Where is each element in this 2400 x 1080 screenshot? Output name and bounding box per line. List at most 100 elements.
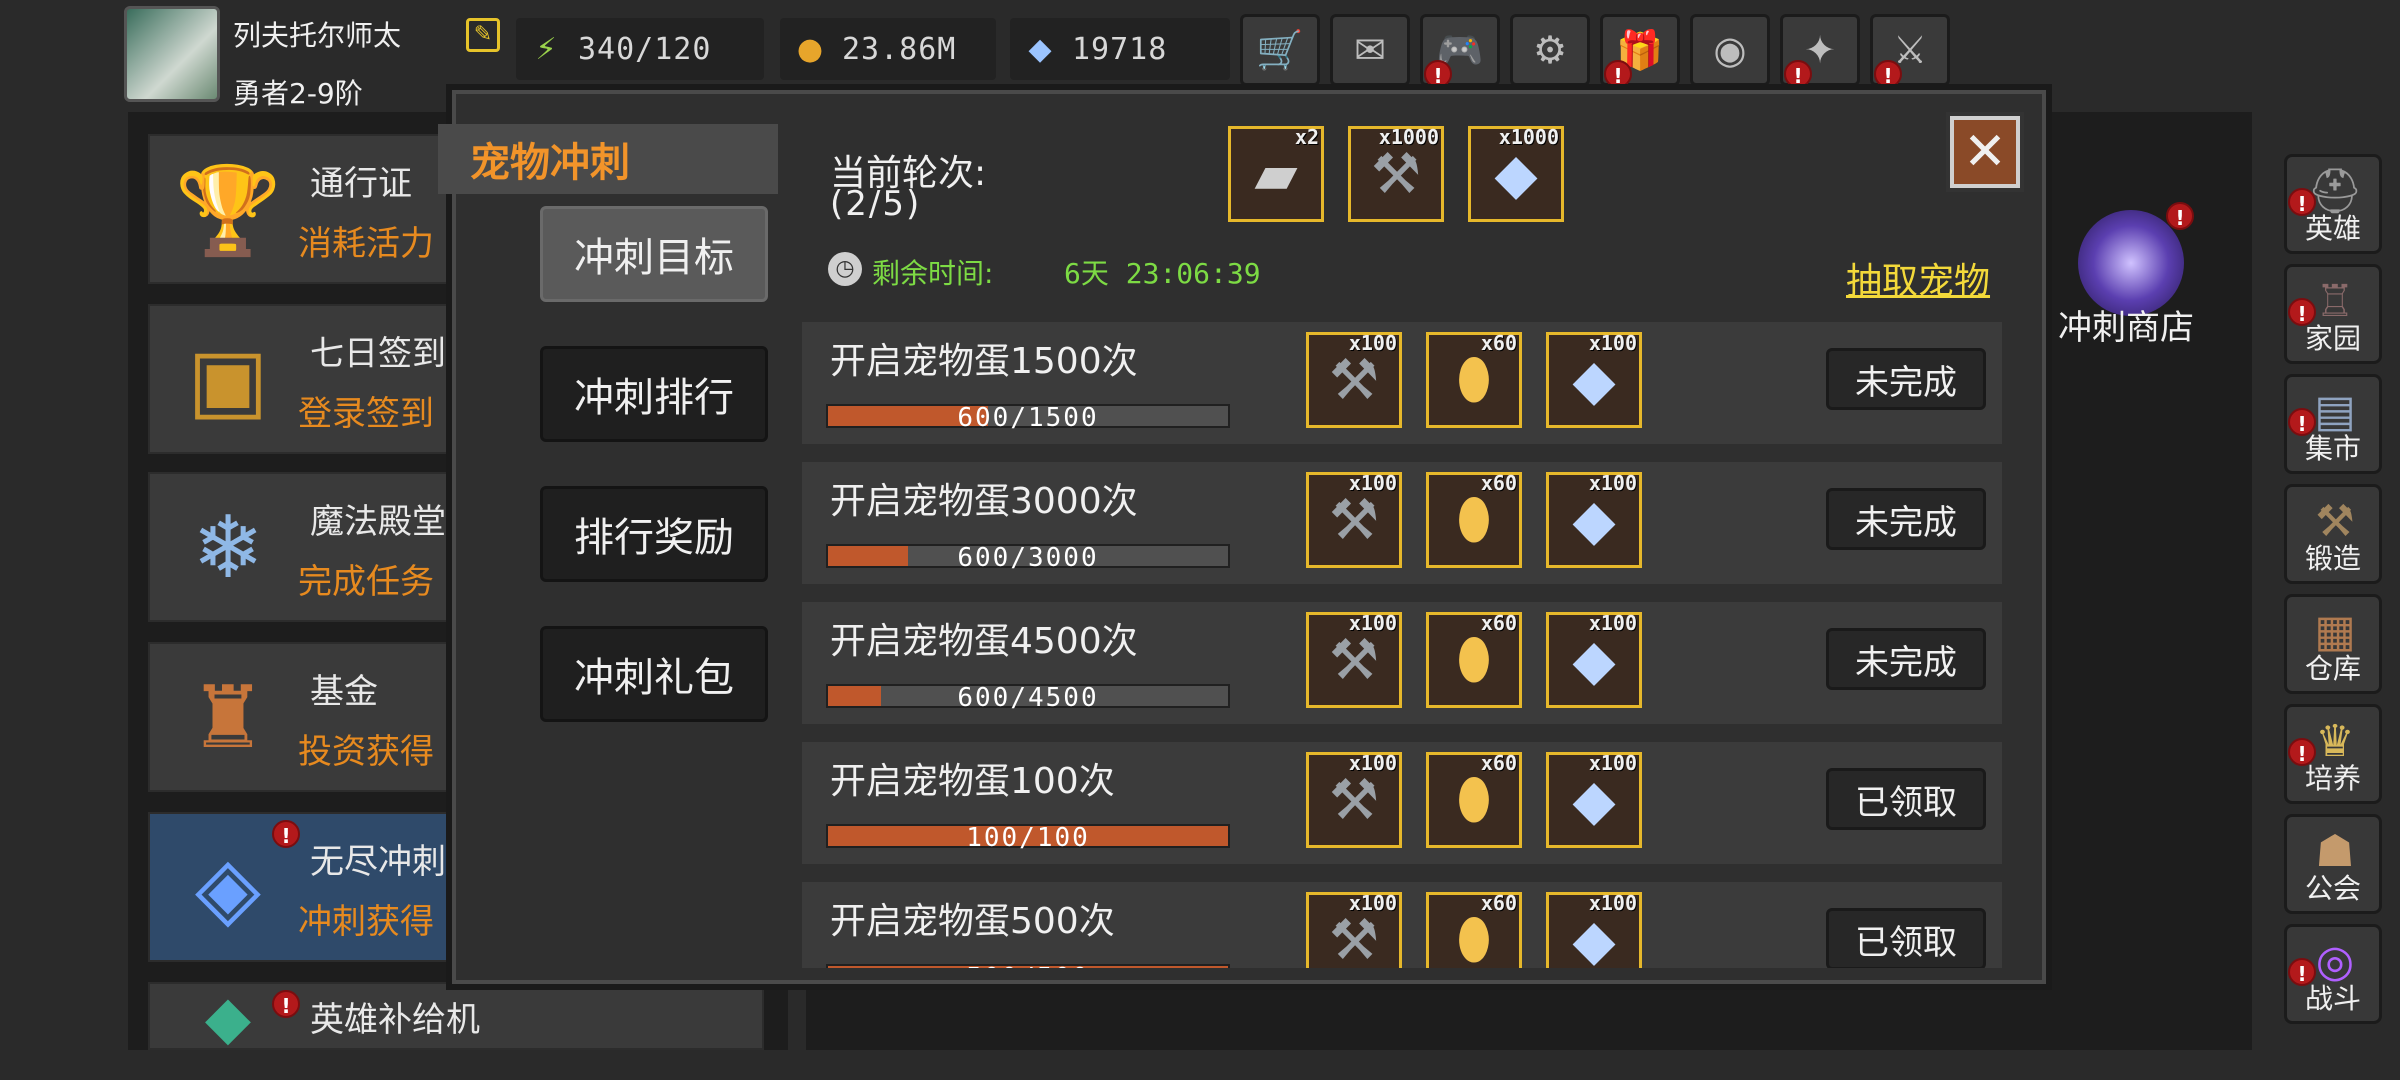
top-button-mail[interactable]: ✉	[1330, 14, 1410, 86]
diamond-reward[interactable]: ◆ x100	[1546, 611, 1642, 708]
gold-value: 23.86M	[842, 31, 957, 67]
hammer-reward[interactable]: ⚒ x100	[1306, 471, 1402, 568]
task-list[interactable]: 开启宠物蛋1500次 600/1500 ⚒ x100 ⬮ x60 ◆ x100 未完成 开启宠物蛋…	[802, 322, 2002, 968]
task-progress-bar: 600/1500	[826, 403, 1230, 433]
supply-icon: ◆	[204, 983, 252, 1053]
alert-badge: !	[2288, 408, 2316, 436]
draw-pet-link[interactable]: 抽取宠物	[1846, 252, 1990, 304]
hammer-icon: ⚒	[1370, 141, 1422, 207]
top-button-cart[interactable]: 🛒	[1240, 14, 1320, 86]
diamond-icon: ◆	[1572, 907, 1616, 969]
top-button-gear[interactable]: ⚙	[1510, 14, 1590, 86]
reward-quantity: x2	[1294, 125, 1319, 149]
reward-quantity: x60	[1480, 471, 1517, 495]
egg-reward[interactable]: ⬮ x60	[1426, 471, 1522, 568]
dialog-title: 宠物冲刺	[470, 140, 630, 186]
diamond-icon: ◆	[1572, 487, 1616, 553]
alert-badge: !	[1784, 60, 1812, 88]
task-progress-text: 500/500	[828, 963, 1228, 968]
tab-3[interactable]: 冲刺礼包	[540, 626, 768, 722]
diamond-icon: ◆	[1572, 627, 1616, 693]
egg-icon: ⬮	[1456, 627, 1492, 692]
side-button-label: 仓库	[2304, 652, 2361, 685]
diamond-reward[interactable]: ◆ x1000	[1468, 125, 1564, 222]
event-desc: 登录签到	[298, 394, 434, 434]
side-button-guild[interactable]: ☗ 公会	[2284, 814, 2382, 914]
task-status-button[interactable]: 未完成	[1826, 348, 1986, 410]
time-remaining-label: 剩余时间:	[872, 257, 994, 290]
diamond-reward[interactable]: ◆ x100	[1546, 471, 1642, 568]
egg-icon: ⬮	[1456, 767, 1492, 832]
tab-1[interactable]: 冲刺排行	[540, 346, 768, 442]
diamond-value: 19718	[1072, 31, 1168, 67]
task-status-button[interactable]: 未完成	[1826, 628, 1986, 690]
alert-badge: !	[272, 820, 300, 848]
egg-reward[interactable]: ⬮ x60	[1426, 331, 1522, 428]
tab-0[interactable]: 冲刺目标	[540, 206, 768, 302]
egg-reward[interactable]: ⬮ x60	[1426, 891, 1522, 968]
task-status-button[interactable]: 未完成	[1826, 488, 1986, 550]
side-button-label: 公会	[2304, 872, 2361, 905]
goblet-icon: 🏆	[174, 160, 282, 261]
event-item[interactable]: ◆ 英雄补给机	[148, 982, 764, 1053]
close-button[interactable]: ✕	[1950, 116, 2020, 188]
event-desc: 投资获得	[298, 732, 434, 772]
alert-badge: !	[2288, 188, 2316, 216]
tab-2[interactable]: 排行奖励	[540, 486, 768, 582]
event-title: 英雄补给机	[310, 1000, 480, 1040]
scroll-card-reward[interactable]: ▰ x2	[1228, 125, 1324, 222]
alert-badge: !	[2288, 298, 2316, 326]
event-title: 七日签到	[310, 334, 446, 374]
task-title: 开启宠物蛋1500次	[830, 341, 1138, 382]
top-button-color-wheel[interactable]: ◉	[1690, 14, 1770, 86]
egg-reward[interactable]: ⬮ x60	[1426, 751, 1522, 848]
side-button-anvil[interactable]: ⚒ 锻造	[2284, 484, 2382, 584]
gear-icon: ⚙	[1532, 28, 1568, 72]
task-progress-text: 600/4500	[957, 683, 1099, 713]
alert-badge: !	[1424, 60, 1452, 88]
sprint-shop-label[interactable]: 冲刺商店	[2058, 300, 2194, 349]
edit-icon[interactable]: ✎	[466, 18, 500, 52]
diamond-reward[interactable]: ◆ x100	[1546, 751, 1642, 848]
task-title: 开启宠物蛋4500次	[830, 621, 1138, 662]
event-title: 无尽冲刺	[310, 842, 446, 882]
diamond-reward[interactable]: ◆ x100	[1546, 331, 1642, 428]
stamina-value: 340/120	[578, 31, 712, 67]
hammer-reward[interactable]: ⚒ x100	[1306, 751, 1402, 848]
player-avatar[interactable]	[124, 6, 220, 102]
task-progress-bar: 600/4500	[826, 683, 1230, 713]
time-remaining-value: 6天 23:06:39	[1064, 257, 1261, 290]
reward-quantity: x100	[1348, 751, 1397, 775]
alert-badge: !	[2288, 738, 2316, 766]
reward-quantity: x100	[1588, 331, 1637, 355]
side-button-warehouse[interactable]: ▦ 仓库	[2284, 594, 2382, 694]
task-row: 开启宠物蛋100次 100/100 ⚒ x100 ⬮ x60 ◆ x100 已领取	[802, 742, 2002, 864]
hammer-reward[interactable]: ⚒ x100	[1306, 891, 1402, 969]
task-row: 开启宠物蛋500次500/500⚒x100⬮x60◆x100已领取	[802, 882, 2002, 968]
diamond-reward[interactable]: ◆ x100	[1546, 891, 1642, 969]
mail-icon: ✉	[1354, 28, 1386, 72]
reward-quantity: x100	[1348, 331, 1397, 355]
hammer-reward[interactable]: ⚒ x100	[1306, 611, 1402, 708]
hammer-reward[interactable]: ⚒ x1000	[1348, 125, 1444, 222]
clock-icon: ◷	[828, 252, 862, 286]
reward-quantity: x60	[1480, 891, 1517, 915]
side-button-label: 锻造	[2304, 542, 2361, 575]
task-status-button[interactable]: 已领取	[1826, 768, 1986, 830]
diamond-icon: ◆	[1572, 347, 1616, 413]
event-title: 魔法殿堂	[310, 502, 446, 542]
alert-badge: !	[1874, 60, 1902, 88]
hammer-reward[interactable]: ⚒ x100	[1306, 331, 1402, 428]
crystal-icon: ❄	[191, 498, 265, 598]
hammer-icon: ⚒	[1328, 767, 1380, 833]
task-progress-text: 100/100	[966, 823, 1090, 853]
hammer-icon: ⚒	[1328, 907, 1380, 969]
diamond-icon: ◆	[1494, 141, 1538, 207]
egg-reward[interactable]: ⬮ x60	[1426, 611, 1522, 708]
event-desc: 消耗活力	[298, 224, 434, 264]
task-status-button[interactable]: 已领取	[1826, 908, 1986, 968]
close-icon: ✕	[1963, 122, 2007, 182]
reward-quantity: x100	[1588, 611, 1637, 635]
color-wheel-icon: ◉	[1713, 28, 1747, 72]
event-title: 通行证	[310, 164, 412, 204]
